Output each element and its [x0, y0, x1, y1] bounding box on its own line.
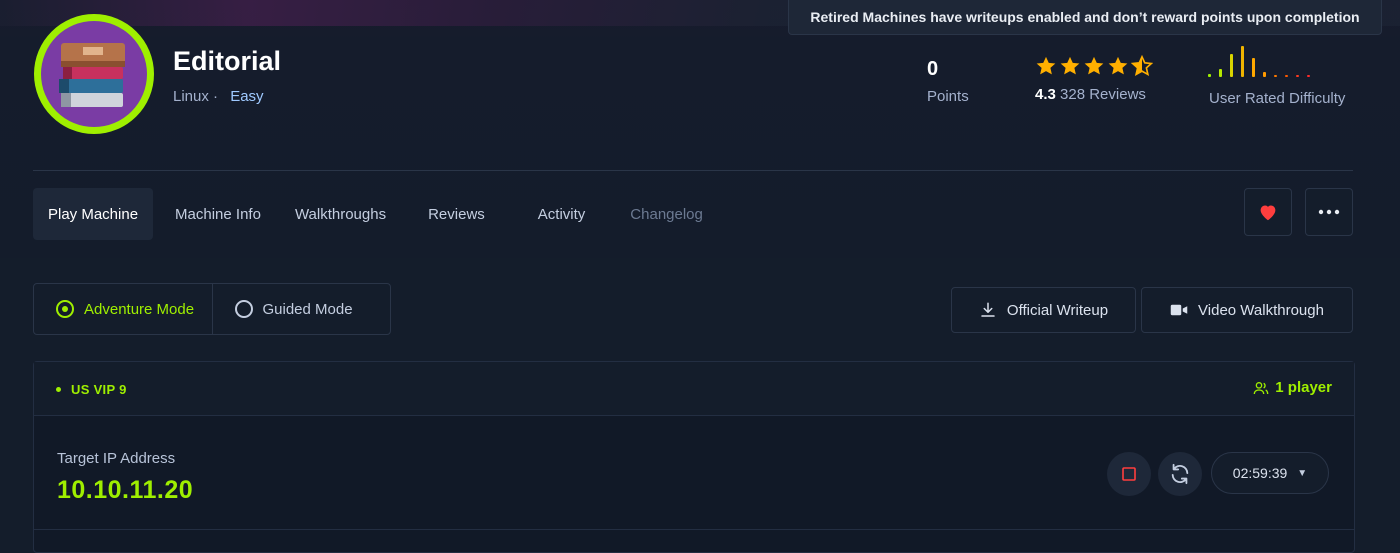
guided-mode-label: Guided Mode	[262, 300, 353, 318]
server-name: US VIP 9	[56, 382, 127, 397]
star-icon	[1108, 56, 1128, 75]
tab-walkthroughs[interactable]: Walkthroughs	[278, 188, 421, 240]
video-walkthrough-button[interactable]: Video Walkthrough	[1141, 287, 1353, 333]
refresh-icon	[1171, 463, 1189, 485]
instance-header: US VIP 9 1 player	[34, 362, 1354, 416]
points-value: 0	[927, 58, 939, 80]
time-remaining-dropdown[interactable]: 02:59:39 ▼	[1211, 452, 1329, 494]
stop-machine-button[interactable]	[1107, 452, 1151, 496]
target-ip-label: Target IP Address	[57, 450, 176, 467]
official-writeup-button[interactable]: Official Writeup	[951, 287, 1136, 333]
rating-summary[interactable]: 4.3 328 Reviews	[1035, 86, 1146, 103]
reset-machine-button[interactable]	[1158, 452, 1202, 496]
machine-avatar	[34, 14, 154, 134]
official-writeup-label: Official Writeup	[1006, 301, 1109, 319]
radio-unselected-icon	[234, 300, 253, 318]
more-icon	[1318, 209, 1340, 215]
books-icon	[59, 43, 125, 107]
machine-tabs: Play Machine Machine Info Walkthroughs R…	[33, 188, 718, 240]
tab-activity[interactable]: Activity	[524, 188, 616, 240]
panel-divider	[34, 529, 1354, 530]
more-options-button[interactable]	[1305, 188, 1353, 236]
time-remaining-value: 02:59:39	[1232, 465, 1288, 481]
meta-separator: ·	[213, 88, 219, 105]
stop-icon	[1122, 467, 1136, 481]
machine-difficulty[interactable]: Easy	[230, 88, 263, 105]
player-count-label: 1 player	[1275, 379, 1332, 396]
player-count: 1 player	[1253, 379, 1332, 396]
rating-stars[interactable]	[1035, 55, 1153, 77]
points-label: Points	[927, 88, 969, 105]
users-icon	[1253, 381, 1269, 394]
video-walkthrough-label: Video Walkthrough	[1198, 301, 1324, 319]
tab-reviews[interactable]: Reviews	[421, 188, 524, 240]
machine-meta: Linux · Easy	[173, 88, 264, 105]
rating-reviews: 328 Reviews	[1060, 86, 1146, 103]
chevron-down-icon: ▼	[1297, 467, 1308, 479]
star-icon	[1060, 56, 1080, 75]
favorite-button[interactable]	[1244, 188, 1292, 236]
machine-name: Editorial	[173, 46, 282, 76]
rating-value: 4.3	[1035, 86, 1056, 103]
heart-icon	[1260, 205, 1276, 221]
video-icon	[1170, 304, 1188, 316]
retired-banner-text: Retired Machines have writeups enabled a…	[810, 9, 1360, 25]
tab-machine-info[interactable]: Machine Info	[153, 188, 278, 240]
books-logo	[41, 21, 147, 127]
tab-play-machine[interactable]: Play Machine	[33, 188, 154, 240]
star-icon	[1036, 56, 1056, 75]
radio-selected-icon	[56, 300, 74, 318]
server-label: US VIP 9	[71, 382, 127, 397]
star-icon	[1084, 56, 1104, 75]
machine-instance-panel: US VIP 9 1 player Target IP Address 10.1…	[33, 361, 1355, 553]
retired-banner: Retired Machines have writeups enabled a…	[788, 0, 1382, 35]
difficulty-chart[interactable]	[1208, 44, 1318, 80]
target-ip-value[interactable]: 10.10.11.20	[57, 476, 193, 505]
header-divider	[33, 170, 1353, 171]
difficulty-label: User Rated Difficulty	[1209, 90, 1346, 107]
status-dot	[56, 387, 61, 392]
adventure-mode-option[interactable]: Adventure Mode	[34, 284, 213, 334]
guided-mode-option[interactable]: Guided Mode	[213, 284, 391, 334]
tab-changelog[interactable]: Changelog	[615, 188, 718, 240]
mode-selector: Adventure Mode Guided Mode	[33, 283, 391, 335]
download-icon	[981, 302, 995, 317]
half-star-icon	[1131, 55, 1153, 77]
machine-os: Linux	[173, 88, 209, 105]
adventure-mode-label: Adventure Mode	[84, 300, 195, 318]
